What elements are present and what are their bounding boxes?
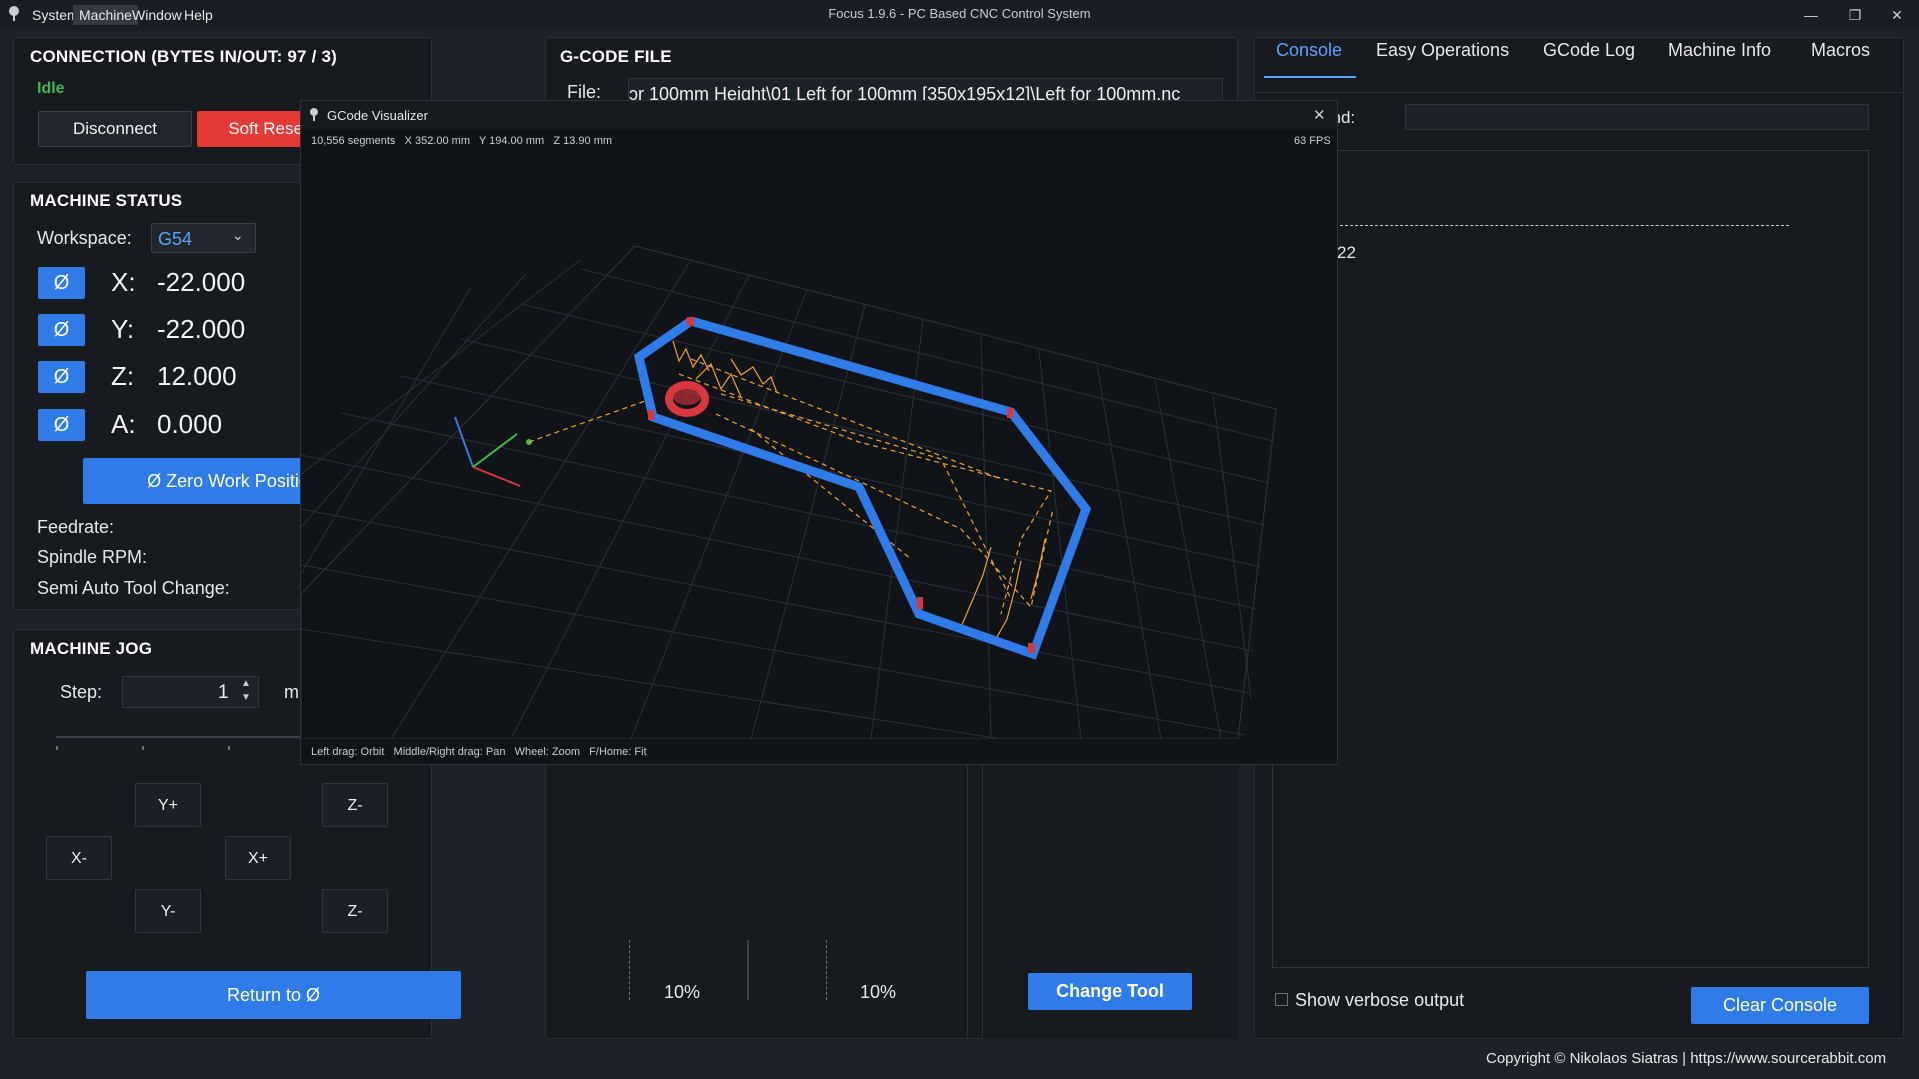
visualizer-close-icon[interactable]: ✕ <box>1313 106 1326 124</box>
slider-tick <box>56 746 58 750</box>
chevron-down-icon: ⌄ <box>232 227 244 243</box>
zero-y-button[interactable]: Ø <box>38 314 85 346</box>
title-bar: System Machine Window Help Focus 1.9.6 -… <box>0 0 1919 30</box>
spindle-rpm-label: Spindle RPM: <box>37 547 148 567</box>
tab-macros[interactable]: Macros <box>1811 40 1870 61</box>
visualizer-title: GCode Visualizer <box>327 108 428 123</box>
change-tool-button[interactable]: Change Tool <box>1028 973 1192 1010</box>
divider <box>967 765 968 1039</box>
tab-gcode-log[interactable]: GCode Log <box>1543 40 1635 61</box>
spindle-gauge-scale <box>826 940 828 1000</box>
step-label: Step: <box>60 682 103 702</box>
stepper-down-icon[interactable]: ▼ <box>241 692 251 703</box>
tab-machine-info[interactable]: Machine Info <box>1668 40 1771 61</box>
axis-a-label: A: <box>111 409 136 439</box>
zero-z-button[interactable]: Ø <box>38 361 85 393</box>
tab-easy-operations[interactable]: Easy Operations <box>1376 40 1509 61</box>
console-separator <box>1335 225 1789 226</box>
feedrate-label: Feedrate: <box>37 517 115 537</box>
visualizer-titlebar[interactable]: GCode Visualizer ✕ <box>301 101 1337 129</box>
disconnect-button[interactable]: Disconnect <box>38 111 192 147</box>
active-tab-indicator <box>1264 76 1356 78</box>
gcode-visualizer-window[interactable]: GCode Visualizer ✕ 10,556 segments X 352… <box>300 100 1338 765</box>
divider <box>747 940 749 1000</box>
axis-y-label: Y: <box>111 314 135 344</box>
console-output-line: 22 <box>1337 243 1356 262</box>
tool-change-label: Semi Auto Tool Change: <box>37 578 230 598</box>
workspace-label: Workspace: <box>37 228 132 248</box>
machine-jog-title: MACHINE JOG <box>30 639 153 658</box>
connection-title: CONNECTION (BYTES IN/OUT: 97 / 3) <box>30 47 337 66</box>
slider-tick <box>228 746 230 750</box>
copyright-text: Copyright © Nikolaos Siatras | https://w… <box>1486 1050 1887 1067</box>
step-input[interactable]: 1 ▲ ▼ <box>122 676 259 708</box>
jog-y-plus-button[interactable]: Y+ <box>135 783 201 827</box>
axis-z-label: Z: <box>111 361 135 391</box>
jog-x-minus-button[interactable]: X- <box>46 836 112 880</box>
zero-a-button[interactable]: Ø <box>38 409 85 441</box>
toolpath-perimeter <box>633 316 1092 660</box>
axis-y-value: -22.000 <box>157 314 246 344</box>
workspace-value: G54 <box>158 229 193 249</box>
feed-override-value: 10% <box>664 982 701 1002</box>
return-to-zero-button[interactable]: Return to Ø <box>86 971 461 1019</box>
jog-x-plus-button[interactable]: X+ <box>225 836 291 880</box>
axis-a-value: 0.000 <box>157 409 223 439</box>
zero-x-button[interactable]: Ø <box>38 267 85 299</box>
step-value: 1 <box>218 682 229 703</box>
visualizer-help: Left drag: Orbit Middle/Right drag: Pan … <box>311 746 647 758</box>
connection-status: Idle <box>37 80 65 97</box>
workspace-select[interactable]: G54 ⌄ <box>151 223 256 253</box>
window-title: Focus 1.9.6 - PC Based CNC Control Syste… <box>828 6 1091 21</box>
command-input[interactable] <box>1405 104 1869 130</box>
tab-console[interactable]: Console <box>1276 40 1342 61</box>
axis-z-value: 12.000 <box>157 361 237 391</box>
visualizer-canvas[interactable] <box>301 129 1337 739</box>
jog-z-minus-button[interactable]: Z- <box>322 889 388 933</box>
axis-y-indicator <box>472 433 518 468</box>
jog-y-minus-button[interactable]: Y- <box>135 889 201 933</box>
axis-x-label: X: <box>111 267 136 297</box>
machine-status-title: MACHINE STATUS <box>30 191 183 210</box>
jog-z-plus-button[interactable]: Z- <box>322 783 388 827</box>
visualizer-logo-icon <box>310 108 318 121</box>
restore-icon[interactable]: ❐ <box>1840 4 1870 26</box>
spindle-override-value: 10% <box>860 982 897 1002</box>
console-output: 22 <box>1272 150 1869 968</box>
close-icon[interactable]: ✕ <box>1882 4 1912 26</box>
tab-divider <box>1256 92 1902 93</box>
axis-x-indicator <box>472 466 521 487</box>
verbose-label: Show verbose output <box>1295 990 1465 1010</box>
stepper-up-icon[interactable]: ▲ <box>241 678 251 689</box>
drill-ring-fill <box>673 389 701 405</box>
axis-x-value: -22.000 <box>157 267 246 297</box>
verbose-checkbox[interactable] <box>1275 993 1288 1006</box>
gcode-file-title: G-CODE FILE <box>560 47 672 66</box>
minimize-icon[interactable]: — <box>1796 4 1826 26</box>
feed-gauge-scale <box>629 940 631 1000</box>
slider-tick <box>142 746 144 750</box>
clear-console-button[interactable]: Clear Console <box>1691 987 1869 1024</box>
grid-floor <box>301 245 1277 739</box>
